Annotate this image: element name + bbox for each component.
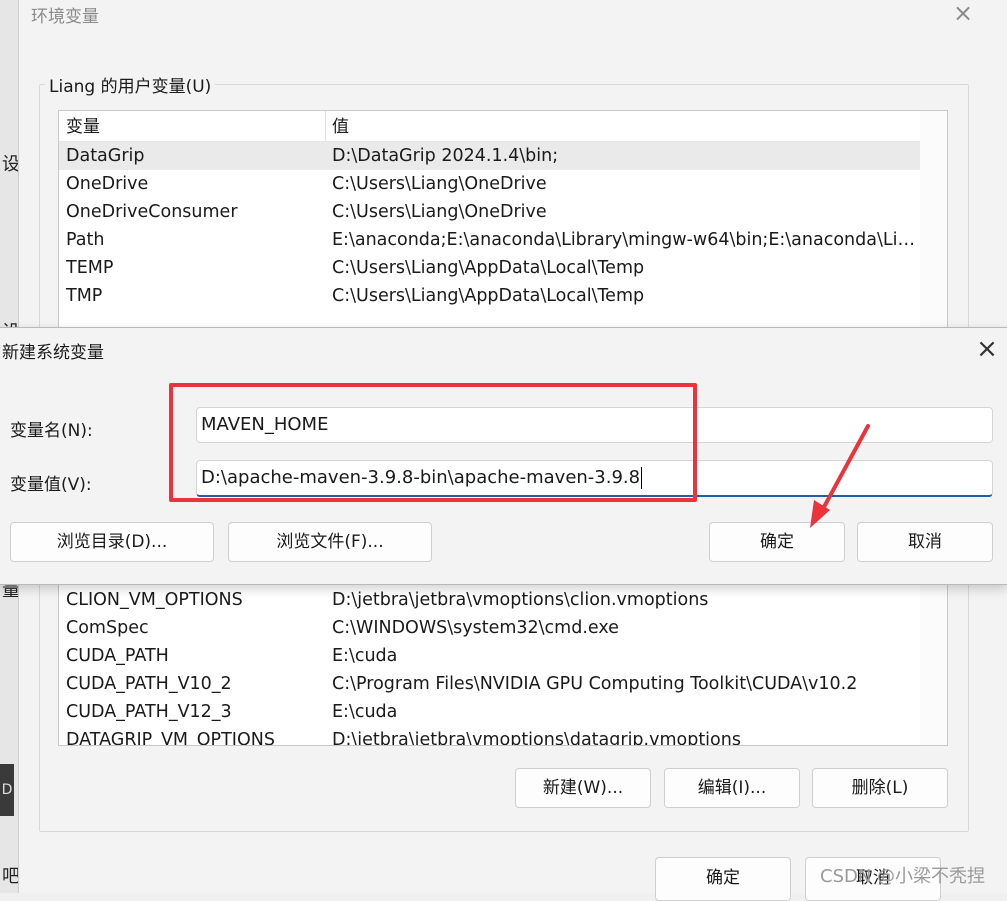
background-fragment: D xyxy=(0,764,14,816)
table-row[interactable]: ComSpec C:\WINDOWS\system32\cmd.exe xyxy=(59,614,920,642)
table-row[interactable]: OneDriveConsumer C:\Users\Liang\OneDrive xyxy=(59,198,920,226)
window-title: 环境变量 xyxy=(31,7,99,27)
user-vars-list[interactable]: 变量 值 DataGrip D:\DataGrip 2024.1.4\bin; … xyxy=(58,110,948,342)
var-value: D:\DataGrip 2024.1.4\bin; xyxy=(332,146,559,166)
delete-variable-button[interactable]: 删除(L) xyxy=(812,768,948,808)
table-row[interactable]: CLION_VM_OPTIONS D:\jetbra\jetbra\vmopti… xyxy=(59,586,920,614)
var-name: TMP xyxy=(66,286,103,306)
table-row[interactable]: TMP C:\Users\Liang\AppData\Local\Temp xyxy=(59,282,920,310)
var-name: Path xyxy=(66,230,105,250)
scrollbar[interactable] xyxy=(920,111,947,341)
var-value: C:\Program Files\NVIDIA GPU Computing To… xyxy=(332,674,858,694)
var-value: C:\WINDOWS\system32\cmd.exe xyxy=(332,618,619,638)
table-row[interactable]: TEMP C:\Users\Liang\AppData\Local\Temp xyxy=(59,254,920,282)
dialog-title: 新建系统变量 xyxy=(2,343,104,363)
browse-file-button[interactable]: 浏览文件(F)... xyxy=(228,522,432,562)
var-name: DataGrip xyxy=(66,146,145,166)
close-icon[interactable]: × xyxy=(972,334,1002,364)
var-value: D:\jetbra\jetbra\vmoptions\datagrip.vmop… xyxy=(332,730,741,746)
var-name: DATAGRIP_VM_OPTIONS xyxy=(66,730,275,746)
var-value: C:\Users\Liang\AppData\Local\Temp xyxy=(332,286,645,306)
var-name: CUDA_PATH_V10_2 xyxy=(66,674,232,694)
watermark: CSDN @小梁不秃捏 xyxy=(820,866,986,887)
system-vars-list[interactable]: CLION_VM_OPTIONS D:\jetbra\jetbra\vmopti… xyxy=(58,584,948,746)
variable-name-label: 变量名(N): xyxy=(10,421,93,441)
column-header-value[interactable]: 值 xyxy=(332,111,349,141)
annotation-highlight-box xyxy=(169,383,697,502)
var-name: CUDA_PATH_V12_3 xyxy=(66,702,232,722)
var-value: E:\anaconda;E:\anaconda\Library\mingw-w6… xyxy=(332,230,917,250)
column-header-name[interactable]: 变量 xyxy=(66,111,100,141)
browse-directory-button[interactable]: 浏览目录(D)... xyxy=(10,522,214,562)
column-divider[interactable] xyxy=(325,111,326,141)
var-value: C:\Users\Liang\OneDrive xyxy=(332,202,547,222)
table-row[interactable]: OneDrive C:\Users\Liang\OneDrive xyxy=(59,170,920,198)
table-row[interactable]: CUDA_PATH_V12_3 E:\cuda xyxy=(59,698,920,726)
var-name: CLION_VM_OPTIONS xyxy=(66,590,243,610)
new-variable-button[interactable]: 新建(W)... xyxy=(515,768,651,808)
table-row[interactable]: DATAGRIP_VM_OPTIONS D:\jetbra\jetbra\vmo… xyxy=(59,726,920,746)
var-value: E:\cuda xyxy=(332,702,398,722)
var-name: OneDrive xyxy=(66,174,149,194)
table-row[interactable]: CUDA_PATH E:\cuda xyxy=(59,642,920,670)
var-value: C:\Users\Liang\OneDrive xyxy=(332,174,547,194)
scrollbar[interactable] xyxy=(920,585,947,745)
var-value: E:\cuda xyxy=(332,646,398,666)
user-vars-group-label: Liang 的用户变量(U) xyxy=(45,72,216,97)
var-name: ComSpec xyxy=(66,618,149,638)
variable-value-label: 变量值(V): xyxy=(10,475,92,495)
var-name: TEMP xyxy=(66,258,114,278)
annotation-arrow-icon xyxy=(810,424,870,528)
list-header: 变量 值 xyxy=(59,111,920,142)
var-name: OneDriveConsumer xyxy=(66,202,238,222)
env-ok-button[interactable]: 确定 xyxy=(655,857,791,901)
var-value: C:\Users\Liang\AppData\Local\Temp xyxy=(332,258,645,278)
var-name: CUDA_PATH xyxy=(66,646,169,666)
edit-variable-button[interactable]: 编辑(I)... xyxy=(664,768,800,808)
table-row[interactable]: CUDA_PATH_V10_2 C:\Program Files\NVIDIA … xyxy=(59,670,920,698)
var-value: D:\jetbra\jetbra\vmoptions\clion.vmoptio… xyxy=(332,590,709,610)
table-row[interactable]: Path E:\anaconda;E:\anaconda\Library\min… xyxy=(59,226,920,254)
table-row[interactable]: DataGrip D:\DataGrip 2024.1.4\bin; xyxy=(59,142,920,170)
close-icon[interactable]: × xyxy=(951,0,975,26)
